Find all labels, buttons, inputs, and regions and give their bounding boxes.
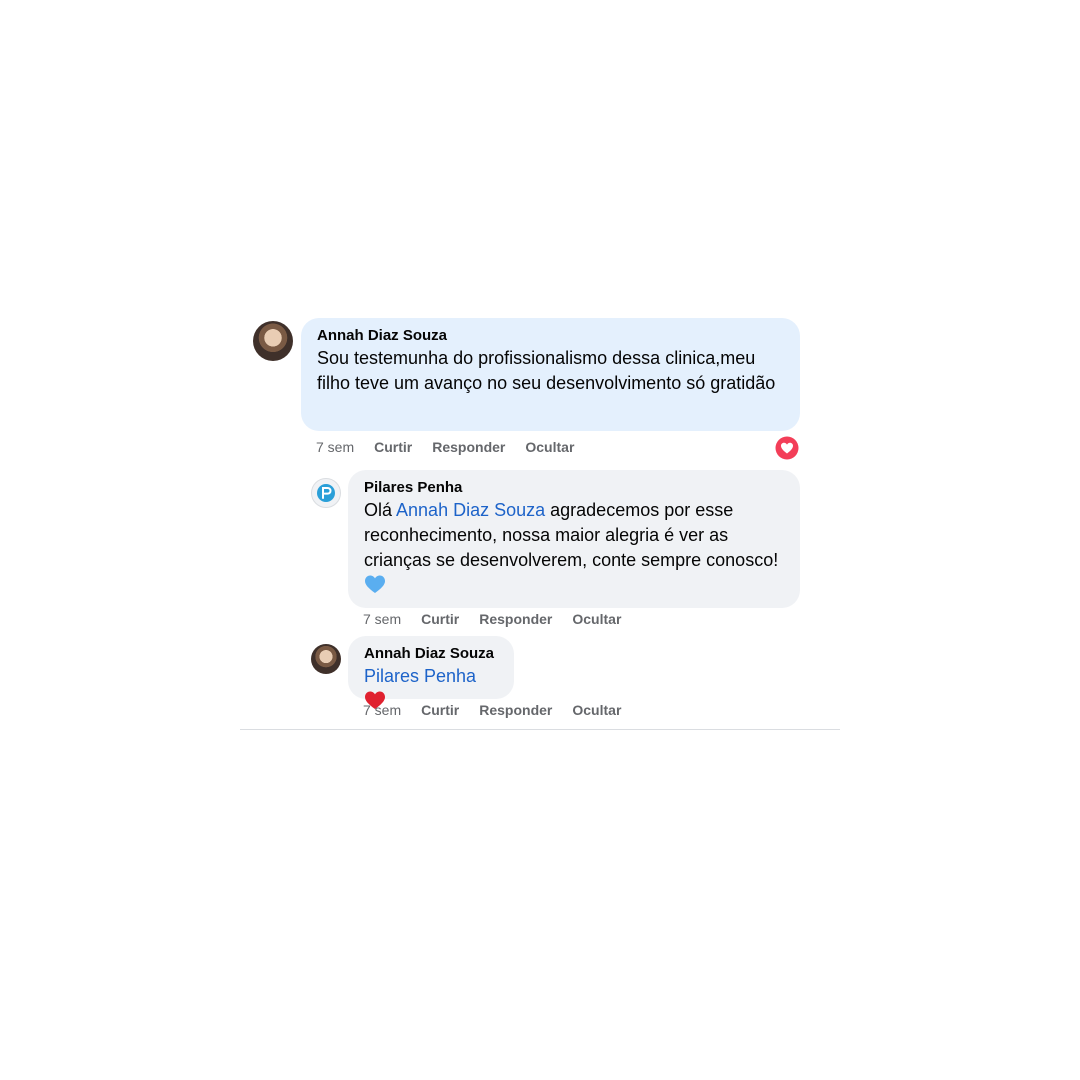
like-button[interactable]: Curtir xyxy=(421,702,459,718)
blue-heart-icon xyxy=(364,574,386,601)
heart-reaction-icon[interactable] xyxy=(775,436,799,460)
hide-button[interactable]: Ocultar xyxy=(572,702,621,718)
comment-actions: 7 sem Curtir Responder Ocultar xyxy=(363,702,641,718)
comment-author[interactable]: Annah Diaz Souza xyxy=(364,644,498,664)
comment-actions: 7 sem Curtir Responder Ocultar xyxy=(363,611,641,627)
avatar[interactable] xyxy=(311,644,341,674)
comment-text: Sou testemunha do profissionalismo dessa… xyxy=(317,348,776,393)
reply-bubble: Annah Diaz Souza Pilares Penha xyxy=(348,636,514,709)
reply-bubble: Pilares Penha Olá Annah Diaz Souza agrad… xyxy=(348,470,800,608)
pilares-logo-icon xyxy=(317,484,335,502)
comment-actions: 7 sem Curtir Responder Ocultar xyxy=(316,439,594,455)
comment-author[interactable]: Pilares Penha xyxy=(364,478,784,498)
page-avatar[interactable] xyxy=(311,478,341,508)
comment-author[interactable]: Annah Diaz Souza xyxy=(317,326,784,346)
reply-button[interactable]: Responder xyxy=(479,702,552,718)
hide-button[interactable]: Ocultar xyxy=(525,439,574,455)
comment-bubble: Annah Diaz Souza Sou testemunha do profi… xyxy=(301,318,800,431)
like-button[interactable]: Curtir xyxy=(374,439,412,455)
reply-button[interactable]: Responder xyxy=(479,611,552,627)
comment-timestamp[interactable]: 7 sem xyxy=(363,611,401,627)
divider xyxy=(240,729,840,730)
mention-link[interactable]: Annah Diaz Souza xyxy=(396,500,545,520)
hide-button[interactable]: Ocultar xyxy=(572,611,621,627)
like-button[interactable]: Curtir xyxy=(421,611,459,627)
comment-text: Olá Annah Diaz Souza agradecemos por ess… xyxy=(364,498,784,601)
mention-link[interactable]: Pilares Penha xyxy=(364,666,476,686)
comment-timestamp[interactable]: 7 sem xyxy=(316,439,354,455)
reply-button[interactable]: Responder xyxy=(432,439,505,455)
comment-timestamp[interactable]: 7 sem xyxy=(363,702,401,718)
avatar[interactable] xyxy=(253,321,293,361)
